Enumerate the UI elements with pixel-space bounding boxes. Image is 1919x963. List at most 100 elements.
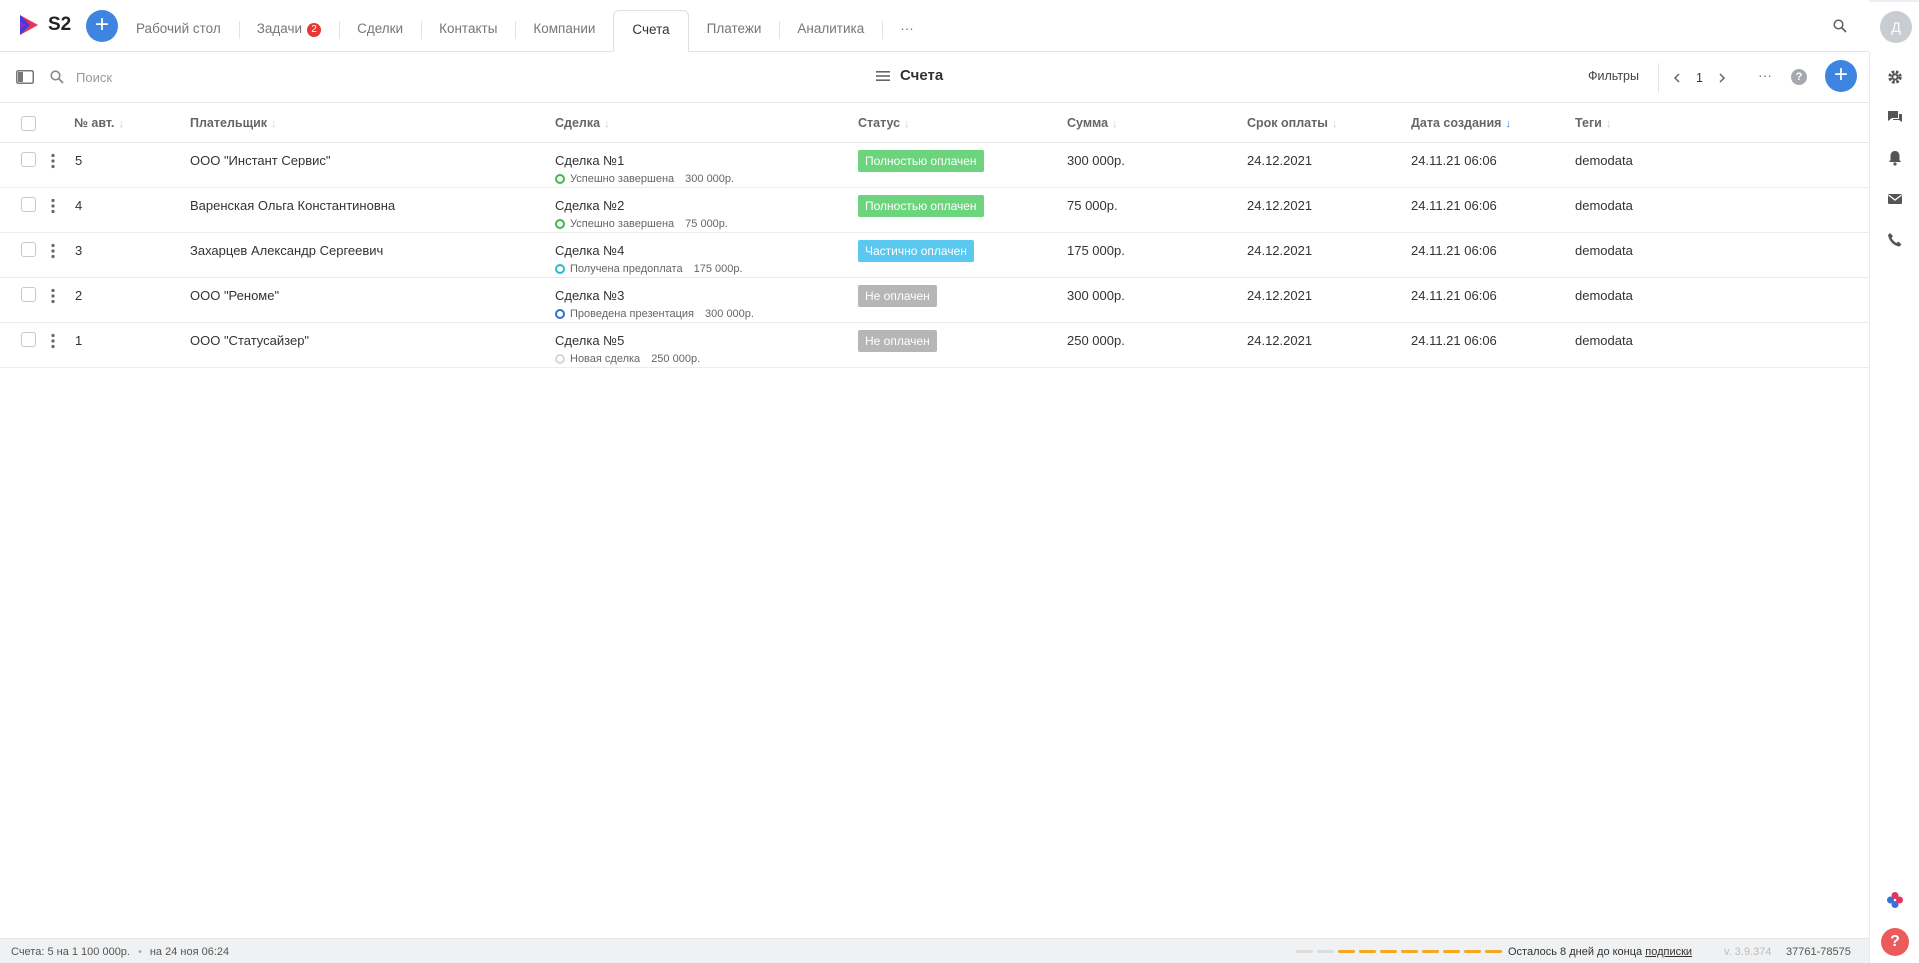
deal-stage-label: Получена предоплата — [570, 263, 683, 275]
cell-tags: demodata — [1575, 333, 1633, 348]
row-checkbox[interactable] — [21, 242, 36, 257]
column-header-deal[interactable]: Сделка ↓ — [555, 116, 610, 130]
add-invoice-button[interactable]: + — [1825, 60, 1857, 92]
search-input[interactable] — [76, 66, 276, 88]
column-header-status[interactable]: Статус ↓ — [858, 116, 910, 130]
cell-payer[interactable]: Захарцев Александр Сергеевич — [190, 243, 383, 258]
row-menu-icon[interactable] — [51, 288, 55, 304]
apps-icon[interactable] — [1886, 891, 1904, 909]
chevron-left-icon[interactable] — [1671, 72, 1683, 84]
page-title: Счета — [900, 67, 944, 84]
tab-7[interactable]: Аналитика — [779, 10, 882, 52]
cell-deal[interactable]: Сделка №2 — [555, 198, 624, 213]
cell-deal[interactable]: Сделка №5 — [555, 333, 624, 348]
tab-label: Счета — [632, 22, 670, 37]
filters-button[interactable]: Фильтры — [1588, 69, 1639, 83]
cell-deal[interactable]: Сделка №4 — [555, 243, 624, 258]
progress-segment — [1317, 950, 1334, 953]
cell-payer[interactable]: Варенская Ольга Константиновна — [190, 198, 395, 213]
column-header-num[interactable]: № авт. ↓ — [74, 116, 124, 130]
app-logo[interactable]: S2 — [18, 14, 71, 36]
table-row[interactable]: 5 ООО "Инстант Сервис" Сделка №1 Успешно за… — [0, 143, 1869, 188]
chat-icon[interactable] — [1886, 108, 1904, 126]
select-all-checkbox[interactable] — [21, 116, 36, 131]
row-menu-icon[interactable] — [51, 198, 55, 214]
cell-payer[interactable]: ООО "Статусайзер" — [190, 333, 309, 348]
table-row[interactable]: 2 ООО "Реноме" Сделка №3 Проведена презента… — [0, 278, 1869, 323]
chevron-right-icon[interactable] — [1716, 72, 1728, 84]
table-row[interactable]: 1 ООО "Статусайзер" Сделка №5 Новая сделка 2… — [0, 323, 1869, 368]
deal-stage-label: Проведена презентация — [570, 308, 695, 320]
row-checkbox[interactable] — [21, 332, 36, 347]
right-rail: ? — [1869, 52, 1919, 963]
tab-3[interactable]: Контакты — [421, 10, 515, 52]
logo-text: S2 — [48, 14, 72, 35]
deal-stage-label: Успешно завершена — [570, 218, 675, 230]
tab-label: Контакты — [439, 21, 498, 36]
tab-5[interactable]: Счета — [613, 10, 689, 52]
list-title-group[interactable]: Счета — [876, 67, 943, 84]
column-header-payer[interactable]: Плательщик ↓ — [190, 116, 277, 130]
top-navigation: S2 + Рабочий стол Задачи 2 Сделки Контакты Ко… — [0, 0, 1869, 52]
progress-segment — [1338, 950, 1355, 953]
cell-payer[interactable]: ООО "Реноме" — [190, 288, 279, 303]
help-chat-button[interactable]: ? — [1881, 928, 1909, 956]
mail-icon[interactable] — [1886, 190, 1904, 208]
tab-0[interactable]: Рабочий стол — [118, 10, 239, 52]
subscription-link[interactable]: подписки — [1645, 946, 1692, 958]
row-checkbox[interactable] — [21, 152, 36, 167]
progress-segment — [1464, 950, 1481, 953]
global-search-icon[interactable] — [1832, 18, 1848, 34]
subscription-remaining-text: Осталось 8 дней до конца — [1508, 946, 1643, 958]
cell-due-date: 24.12.2021 — [1247, 198, 1313, 213]
status-badge: Не оплачен — [858, 285, 937, 307]
table-row[interactable]: 4 Варенская Ольга Константиновна Сделка №2… — [0, 188, 1869, 233]
tab-label: Рабочий стол — [136, 21, 221, 36]
deal-amount: 75 000р. — [685, 218, 728, 230]
row-checkbox[interactable] — [21, 197, 36, 212]
cell-due-date: 24.12.2021 — [1247, 288, 1313, 303]
tab-badge: 2 — [307, 23, 322, 37]
phone-icon[interactable] — [1886, 231, 1904, 249]
progress-segment — [1443, 950, 1460, 953]
deal-stage: Успешно завершена 300 000р. — [555, 173, 734, 185]
sort-arrow-icon: ↓ — [1331, 118, 1338, 130]
column-header-created[interactable]: Дата создания ↓ — [1411, 116, 1511, 130]
row-menu-icon[interactable] — [51, 243, 55, 259]
tab-6[interactable]: Платежи — [689, 10, 780, 52]
menu-icon[interactable] — [876, 70, 890, 82]
cell-deal[interactable]: Сделка №1 — [555, 153, 624, 168]
gear-icon[interactable] — [1886, 68, 1904, 86]
tab-1[interactable]: Задачи 2 — [238, 10, 339, 52]
footer-summary: Счета: 5 на 1 100 000р. • на 24 ноя 06:24 — [11, 946, 229, 958]
tab-8[interactable]: ··· — [882, 10, 932, 52]
row-checkbox[interactable] — [21, 287, 36, 302]
column-header-sum[interactable]: Сумма ↓ — [1067, 116, 1118, 130]
cell-payer[interactable]: ООО "Инстант Сервис" — [190, 153, 331, 168]
table-row[interactable]: 3 Захарцев Александр Сергеевич Сделка №4 По… — [0, 233, 1869, 278]
invoices-table: № авт. ↓ Плательщик ↓ Сделка ↓ Статус ↓ Сумм… — [0, 104, 1869, 368]
cell-created-date: 24.11.21 06:06 — [1411, 243, 1497, 258]
status-badge: Полностью оплачен — [858, 195, 984, 217]
row-menu-icon[interactable] — [51, 333, 55, 349]
bell-icon[interactable] — [1886, 149, 1904, 167]
global-add-button[interactable]: + — [86, 10, 118, 42]
cell-created-date: 24.11.21 06:06 — [1411, 288, 1497, 303]
more-actions-button[interactable]: ··· — [1756, 68, 1774, 85]
column-header-tags[interactable]: Теги ↓ — [1575, 116, 1611, 130]
sidebar-toggle-icon[interactable] — [16, 70, 34, 84]
tab-label: ··· — [900, 21, 914, 36]
footer-updated: на 24 ноя 06:24 — [149, 946, 230, 958]
user-avatar[interactable]: Д — [1880, 11, 1912, 43]
column-header-due[interactable]: Срок оплаты ↓ — [1247, 116, 1337, 130]
tab-2[interactable]: Сделки — [339, 10, 421, 52]
deal-stage-label: Новая сделка — [570, 353, 641, 365]
deal-stage-dot — [555, 309, 565, 319]
cell-deal[interactable]: Сделка №3 — [555, 288, 624, 303]
app-version: v. 3.9.374 — [1724, 946, 1772, 958]
tab-4[interactable]: Компании — [515, 10, 613, 52]
cell-sum: 250 000р. — [1067, 333, 1125, 348]
row-menu-icon[interactable] — [51, 153, 55, 169]
help-icon[interactable]: ? — [1791, 69, 1807, 85]
cell-created-date: 24.11.21 06:06 — [1411, 153, 1497, 168]
